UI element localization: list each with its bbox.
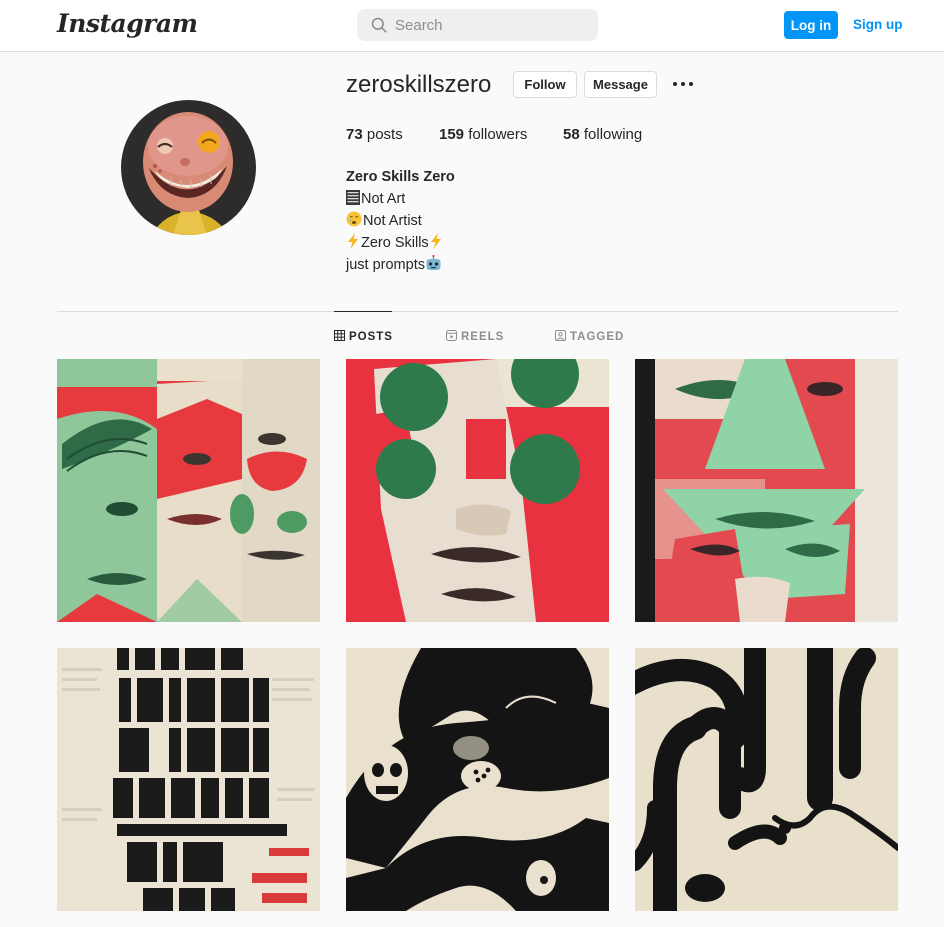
posts-count-label: posts xyxy=(362,126,403,143)
signup-link[interactable]: Sign up xyxy=(853,17,903,32)
tab-tagged-label: TAGGED xyxy=(570,331,625,343)
post-thumbnail[interactable] xyxy=(346,648,609,911)
login-button[interactable]: Log in xyxy=(784,11,838,39)
posts-count[interactable]: 73 posts xyxy=(346,126,403,143)
instagram-logo[interactable]: Instagram xyxy=(57,9,198,38)
profile-full-name: Zero Skills Zero xyxy=(346,169,455,185)
tab-reels-label: REELS xyxy=(461,331,505,343)
following-count-label: following xyxy=(579,126,643,143)
more-options-icon[interactable] xyxy=(672,76,694,92)
followers-count-value: 159 xyxy=(439,126,465,143)
post-image xyxy=(346,359,609,622)
post-thumbnail[interactable] xyxy=(57,648,320,911)
avatar-image xyxy=(121,100,256,235)
post-image xyxy=(57,648,320,911)
reels-icon xyxy=(446,330,457,341)
crying-face-emoji-icon xyxy=(346,211,362,227)
bio-line: just prompts xyxy=(346,254,455,276)
bio-line: Not Art xyxy=(346,188,455,210)
bars-emoji-icon xyxy=(346,190,360,205)
search-input[interactable] xyxy=(395,9,590,41)
profile-avatar xyxy=(121,100,256,235)
post-thumbnail[interactable] xyxy=(346,359,609,622)
bio-line-1: Not Art xyxy=(361,191,406,207)
followers-count[interactable]: 159 followers xyxy=(439,126,527,143)
tab-posts-label: POSTS xyxy=(349,331,393,343)
post-image xyxy=(635,648,898,911)
active-tab-indicator xyxy=(334,311,392,312)
robot-emoji-icon xyxy=(426,255,441,270)
posts-count-value: 73 xyxy=(346,126,363,143)
tagged-icon xyxy=(555,330,566,341)
tabs-divider xyxy=(57,311,898,312)
lightning-emoji-icon xyxy=(430,233,441,249)
post-thumbnail[interactable] xyxy=(57,359,320,622)
tab-reels[interactable]: REELS xyxy=(446,330,504,343)
following-count-value: 58 xyxy=(563,126,580,143)
message-button[interactable]: Message xyxy=(584,71,657,98)
tab-tagged[interactable]: TAGGED xyxy=(555,330,624,343)
bio-line-4: just prompts xyxy=(346,257,425,273)
followers-count-label: followers xyxy=(464,126,528,143)
post-thumbnail[interactable] xyxy=(635,648,898,911)
lightning-emoji-icon xyxy=(348,233,358,249)
profile-username: zeroskillszero xyxy=(346,71,492,98)
post-image xyxy=(635,359,898,622)
bio-line: Zero Skills xyxy=(346,232,455,254)
follow-button[interactable]: Follow xyxy=(513,71,577,98)
top-navigation-bar: Instagram Log in Sign up xyxy=(0,0,944,52)
search-icon xyxy=(371,17,387,33)
tab-posts[interactable]: POSTS xyxy=(334,330,393,343)
following-count[interactable]: 58 following xyxy=(563,126,642,143)
post-thumbnail[interactable] xyxy=(635,359,898,622)
search-box[interactable] xyxy=(357,9,598,41)
bio-line-2: Not Artist xyxy=(363,213,422,229)
post-image xyxy=(346,648,609,911)
post-image xyxy=(57,359,320,622)
bio-line: Not Artist xyxy=(346,210,455,232)
grid-icon xyxy=(334,330,345,341)
bio-line-3: Zero Skills xyxy=(361,235,429,251)
profile-bio: Zero Skills Zero Not Art Not Artist Zero… xyxy=(346,166,455,276)
